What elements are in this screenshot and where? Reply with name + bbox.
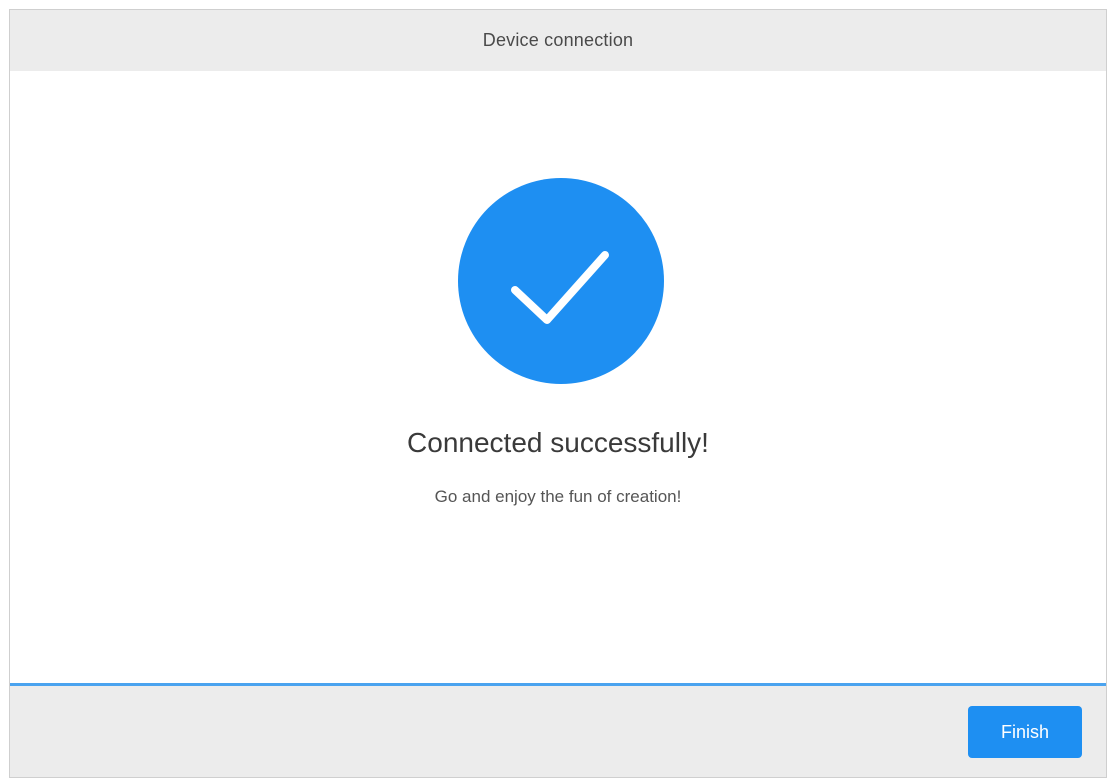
device-connection-dialog: Device connection Connected successfully… (9, 9, 1107, 778)
dialog-title: Device connection (482, 30, 634, 50)
success-headline: Connected successfully! (407, 427, 709, 458)
dialog-content: Connected successfully! Go and enjoy the… (10, 71, 1106, 683)
check-circle-icon (458, 178, 664, 384)
dialog-header: Device connection (10, 10, 1106, 71)
dialog-footer: Finish (10, 686, 1106, 777)
success-message: Go and enjoy the fun of creation! (434, 487, 682, 506)
finish-button[interactable]: Finish (968, 706, 1082, 758)
